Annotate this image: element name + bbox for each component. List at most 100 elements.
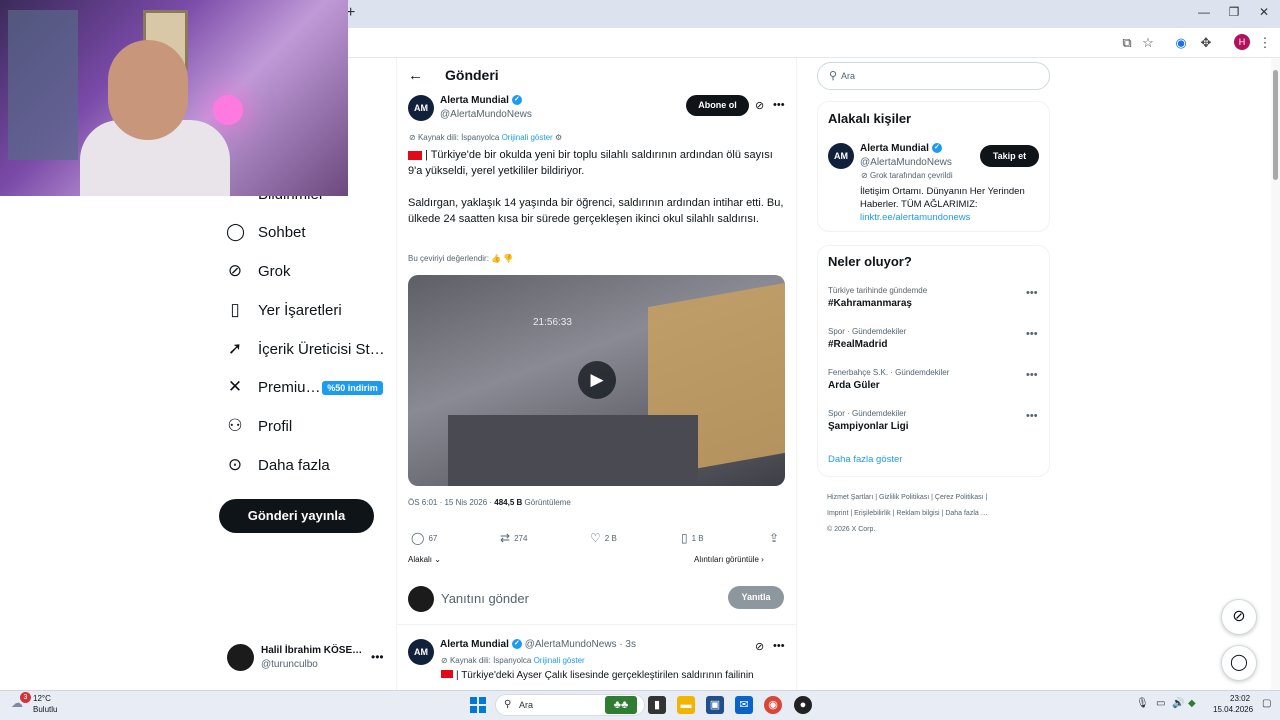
back-arrow-icon[interactable]: ←	[408, 67, 423, 84]
chrome-icon[interactable]: ◉	[764, 696, 782, 714]
restore-button[interactable]: ❐	[1224, 5, 1244, 21]
trend-item[interactable]: Şampiyonlar Ligi	[828, 421, 909, 432]
nav-label: İçerik Üreticisi St…	[258, 340, 385, 358]
grok-icon[interactable]: ⊘	[755, 99, 764, 112]
thumbs-down-icon[interactable]: 👎	[503, 254, 513, 263]
reply-action[interactable]: ◯ 67	[411, 531, 437, 545]
related-dropdown[interactable]: Alakalı ⌄	[408, 555, 441, 564]
show-original-link[interactable]: Orijinali göster	[534, 656, 585, 665]
show-more-link[interactable]: Daha fazla göster	[828, 454, 902, 465]
footer-link[interactable]: Daha fazla …	[945, 510, 987, 517]
play-button[interactable]: ▶	[578, 361, 616, 399]
file-explorer-icon[interactable]: ▬	[677, 696, 695, 714]
grok-fab-button[interactable]: ⊘	[1221, 599, 1257, 635]
more-icon[interactable]: •••	[1026, 328, 1038, 340]
volume-icon[interactable]: 🔊	[1172, 698, 1184, 709]
footer-link[interactable]: Gizlilik Politikası	[879, 494, 929, 501]
nav-item-premium[interactable]: ✕ Premiu…	[226, 372, 321, 402]
install-app-icon[interactable]: ⧉	[1118, 34, 1136, 52]
grok-icon[interactable]: ⊘	[755, 640, 764, 653]
follow-button[interactable]: Takip et	[980, 145, 1039, 167]
new-tab-button[interactable]: +	[346, 4, 362, 22]
heart-icon: ♡	[590, 531, 601, 545]
nav-label: Premiu…	[258, 378, 321, 396]
messages-fab-button[interactable]: ◯	[1221, 645, 1257, 681]
person-handle[interactable]: @AlertaMundoNews	[860, 157, 952, 168]
trend-item[interactable]: Arda Güler	[828, 380, 880, 391]
app-icon[interactable]: ●	[794, 696, 812, 714]
footer-links: Hizmet Şartları | Gizlilik Politikası | …	[827, 494, 988, 533]
task-view-icon[interactable]: ▮	[648, 696, 666, 714]
footer-link[interactable]: Imprint	[827, 510, 848, 517]
weather-desc[interactable]: Bulutlu	[33, 705, 57, 714]
more-icon[interactable]: •••	[1026, 369, 1038, 381]
rate-translation: Bu çeviriyi değerlendir: 👍 👎	[408, 254, 514, 263]
close-window-button[interactable]: ✕	[1254, 5, 1274, 21]
notification-icon[interactable]: ▢	[1262, 698, 1271, 709]
bookmark-action[interactable]: ▯ 1 B	[681, 531, 704, 545]
grok-translated: ⊘ Grok tarafından çevrildi	[861, 171, 953, 180]
footer-link[interactable]: Çerez Politikası	[935, 494, 984, 501]
minimize-button[interactable]: —	[1194, 5, 1214, 21]
person-avatar[interactable]: AM	[828, 143, 854, 169]
start-button[interactable]	[470, 697, 486, 713]
extension-icon[interactable]: ◉	[1172, 34, 1190, 52]
scrollbar[interactable]	[1271, 58, 1280, 690]
account-switcher[interactable]: Halil İbrahim KÖSE… @turunculbo •••	[227, 644, 387, 674]
footer-link[interactable]: Erişilebilirlik	[854, 510, 891, 517]
nav-item-more[interactable]: ⊙ Daha fazla	[226, 450, 330, 480]
trend-item[interactable]: #RealMadrid	[828, 339, 887, 350]
weather-temp[interactable]: 12°C	[33, 694, 51, 703]
scrollbar-thumb[interactable]	[1273, 70, 1278, 180]
share-action[interactable]: ⇪	[769, 531, 779, 545]
clock-time[interactable]: 23:02	[1230, 694, 1250, 703]
trend-item[interactable]: #Kahramanmaraş	[828, 298, 912, 309]
subscribe-button[interactable]: Abone ol	[686, 95, 749, 116]
reply-author[interactable]: Alerta Mundial ✓ @AlertaMundoNews · 3s	[440, 639, 636, 650]
taskbar-search-placeholder: Ara	[519, 700, 534, 710]
reply-input[interactable]: Yanıtını gönder	[441, 591, 529, 606]
extensions-puzzle-icon[interactable]: ✥	[1197, 34, 1215, 52]
bio-link[interactable]: linktr.ee/alertamundonews	[860, 212, 970, 223]
person-name[interactable]: Alerta Mundial ✓	[860, 143, 942, 154]
nav-item-bookmarks[interactable]: ▯ Yer İşaretleri	[226, 295, 341, 325]
post-button[interactable]: Gönderi yayınla	[219, 499, 374, 533]
browser-menu-icon[interactable]: ⋮	[1256, 34, 1274, 52]
footer-link[interactable]: Hizmet Şartları	[827, 494, 873, 501]
like-action[interactable]: ♡ 2 B	[590, 531, 617, 545]
repost-action[interactable]: ⇄ 274	[500, 531, 527, 545]
author-avatar[interactable]: AM	[408, 639, 434, 665]
store-icon[interactable]: ▣	[706, 696, 724, 714]
nav-item-grok[interactable]: ⊘ Grok	[226, 256, 291, 286]
author-handle[interactable]: @AlertaMundoNews	[440, 109, 532, 120]
footer-link[interactable]: Reklam bilgisi	[896, 510, 939, 517]
search-placeholder: Ara	[841, 71, 856, 81]
thumbs-up-icon[interactable]: 👍	[491, 254, 501, 263]
app-tray-icon[interactable]: ◆	[1188, 698, 1196, 709]
microphone-icon[interactable]: 🎙	[1136, 698, 1149, 709]
avatar	[408, 586, 434, 612]
outlook-icon[interactable]: ✉	[735, 696, 753, 714]
profile-avatar[interactable]: H	[1234, 34, 1250, 50]
gear-icon[interactable]: ⚙	[555, 133, 562, 142]
clock-date[interactable]: 15.04.2026	[1213, 705, 1253, 714]
source-language: ⊘ Kaynak dili: İspanyolca Orijinali göst…	[441, 656, 585, 665]
author-avatar[interactable]: AM	[408, 95, 434, 121]
nav-item-chat[interactable]: ◯ Sohbet	[226, 217, 306, 247]
search-input[interactable]: ⚲ Ara	[817, 62, 1050, 90]
widget-trees-icon[interactable]: ♣♣	[605, 696, 637, 714]
verified-icon: ✓	[931, 143, 942, 154]
nav-item-profile[interactable]: ⚇ Profil	[226, 411, 292, 441]
more-icon[interactable]: •••	[1026, 287, 1038, 299]
bookmark-star-icon[interactable]: ☆	[1139, 34, 1157, 52]
reply-button[interactable]: Yanıtla	[728, 586, 784, 609]
nav-item-creator-studio[interactable]: ➚ İçerik Üreticisi St…	[226, 334, 385, 364]
more-icon[interactable]: •••	[773, 99, 785, 111]
view-quotes-link[interactable]: Alıntıları görüntüle ›	[694, 555, 764, 564]
show-original-link[interactable]: Orijinali göster	[502, 133, 553, 142]
author-name[interactable]: Alerta Mundial ✓	[440, 95, 522, 106]
network-icon[interactable]: ▭	[1156, 698, 1165, 709]
more-icon[interactable]: •••	[773, 640, 785, 652]
more-icon[interactable]: •••	[1026, 410, 1038, 422]
more-icon[interactable]: •••	[371, 650, 384, 664]
